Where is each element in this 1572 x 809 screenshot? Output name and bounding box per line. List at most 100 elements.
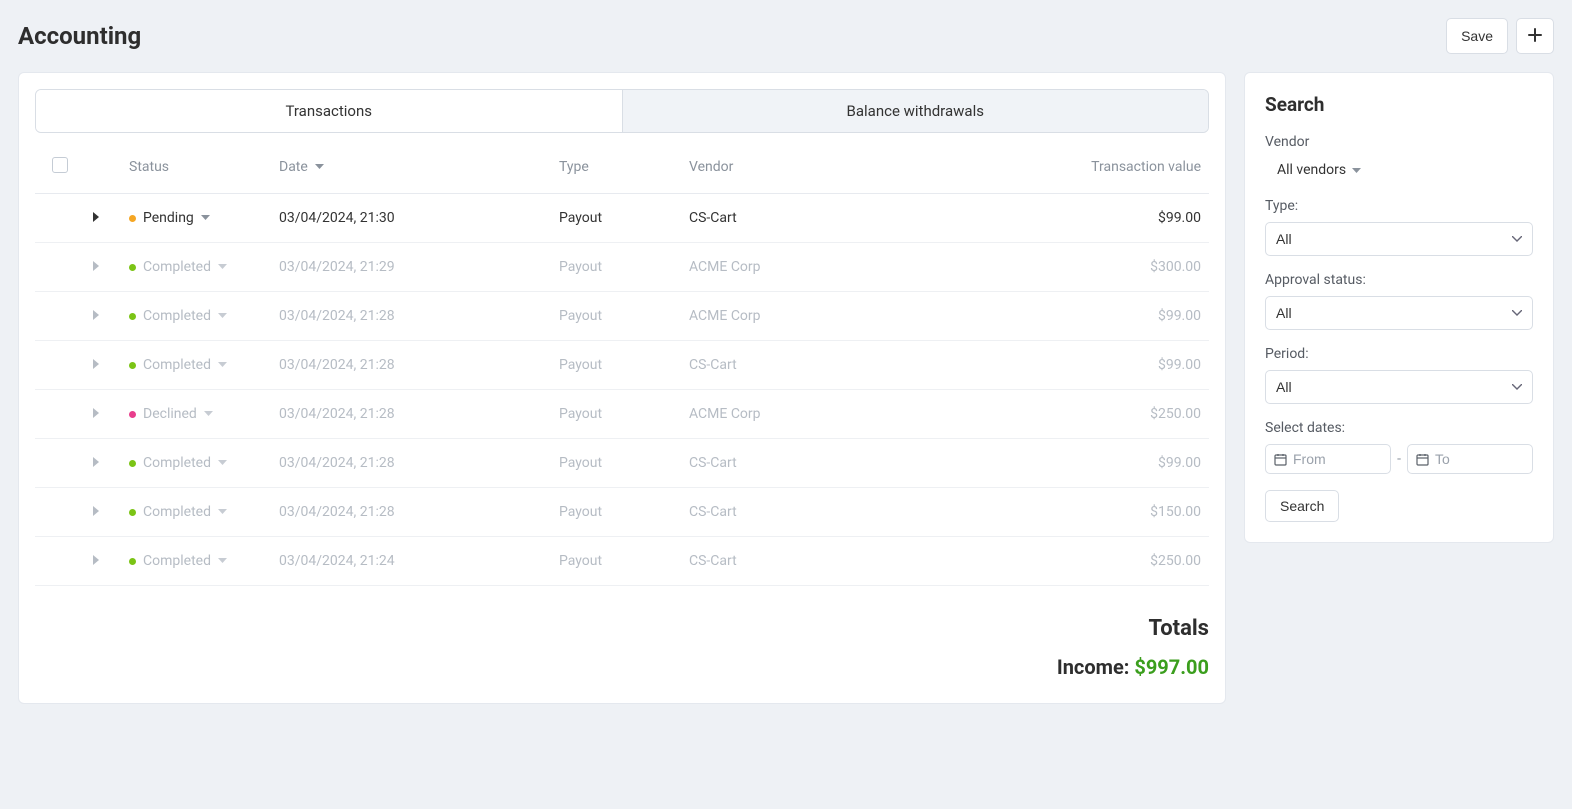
tab-balance-withdrawals[interactable]: Balance withdrawals [623,90,1209,132]
date-range-separator: - [1397,451,1401,467]
transaction-date: 03/04/2024, 21:28 [271,488,551,537]
transaction-date: 03/04/2024, 21:30 [271,194,551,243]
approval-filter-label: Approval status: [1265,272,1533,288]
status-dot-icon [129,558,136,565]
transaction-vendor: ACME Corp [681,292,1029,341]
income-line: Income: $997.00 [35,655,1209,679]
search-button[interactable]: Search [1265,490,1339,522]
transaction-type: Payout [551,243,681,292]
transaction-value: $99.00 [1029,292,1209,341]
status-label: Completed [143,357,211,373]
expand-row-icon[interactable] [93,553,100,569]
totals-heading: Totals [35,616,1209,641]
period-filter-label: Period: [1265,346,1533,362]
column-date[interactable]: Date [271,141,551,194]
approval-filter-select[interactable]: All [1265,296,1533,330]
income-label: Income: [1057,655,1135,679]
vendor-filter-value: All vendors [1277,162,1346,178]
table-row: Completed 03/04/2024, 21:29PayoutACME Cor… [35,243,1209,292]
table-row: Completed03/04/2024, 21:28PayoutCS-Cart$… [35,488,1209,537]
expand-row-icon[interactable] [93,406,100,422]
dates-filter-label: Select dates: [1265,420,1533,436]
transaction-date: 03/04/2024, 21:28 [271,341,551,390]
column-date-label: Date [279,159,308,175]
status-dot-icon [129,313,136,320]
status-label: Completed [143,259,211,275]
column-status[interactable]: Status [121,141,271,194]
column-vendor[interactable]: Vendor [681,141,1029,194]
period-filter-select[interactable]: All [1265,370,1533,404]
table-row: Pending03/04/2024, 21:30PayoutCS-Cart$99… [35,194,1209,243]
expand-row-icon[interactable] [93,504,100,520]
expand-row-icon[interactable] [93,308,100,324]
transaction-date: 03/04/2024, 21:28 [271,439,551,488]
date-to-wrap[interactable] [1407,444,1533,474]
status-dot-icon [129,362,136,369]
search-panel: Search Vendor All vendors Type: All Appr… [1244,72,1554,543]
table-row: Completed03/04/2024, 21:28PayoutACME Cor… [35,292,1209,341]
status-dropdown-icon[interactable] [204,411,213,417]
vendor-filter-label: Vendor [1265,134,1533,150]
transaction-value: $150.00 [1029,488,1209,537]
save-button[interactable]: Save [1446,18,1508,54]
status-dropdown-icon[interactable] [218,313,227,319]
transactions-table: Status Date Type Vendor Transaction valu… [35,141,1209,586]
transaction-vendor: CS-Cart [681,439,1029,488]
transaction-vendor: CS-Cart [681,194,1029,243]
transaction-vendor: CS-Cart [681,341,1029,390]
status-label: Completed [143,553,211,569]
status-dot-icon [129,264,136,271]
search-title: Search [1265,93,1533,116]
transaction-type: Payout [551,194,681,243]
status-dropdown-icon[interactable] [218,509,227,515]
transaction-value: $300.00 [1029,243,1209,292]
column-value[interactable]: Transaction value [1029,141,1209,194]
transaction-type: Payout [551,537,681,586]
status-dropdown-icon[interactable] [218,264,227,270]
expand-row-icon[interactable] [93,259,100,275]
expand-row-icon[interactable] [93,357,100,373]
status-dot-icon [129,460,136,467]
transaction-type: Payout [551,488,681,537]
status-dropdown-icon[interactable] [218,558,227,564]
status-dropdown-icon[interactable] [218,362,227,368]
table-row: Completed03/04/2024, 21:28PayoutCS-Cart$… [35,439,1209,488]
status-label: Completed [143,455,211,471]
transaction-date: 03/04/2024, 21:24 [271,537,551,586]
transaction-date: 03/04/2024, 21:29 [271,243,551,292]
table-row: Completed03/04/2024, 21:28PayoutCS-Cart$… [35,341,1209,390]
type-filter-label: Type: [1265,198,1533,214]
add-button[interactable] [1516,18,1554,54]
plus-icon [1527,27,1543,46]
date-to-input[interactable] [1435,451,1524,467]
transaction-value: $99.00 [1029,194,1209,243]
date-from-input[interactable] [1293,451,1382,467]
transaction-vendor: CS-Cart [681,488,1029,537]
transaction-type: Payout [551,341,681,390]
column-type[interactable]: Type [551,141,681,194]
table-row: Completed03/04/2024, 21:24PayoutCS-Cart$… [35,537,1209,586]
income-value: $997.00 [1134,655,1209,679]
transaction-vendor: ACME Corp [681,390,1029,439]
expand-row-icon[interactable] [93,455,100,471]
transaction-type: Payout [551,292,681,341]
transaction-type: Payout [551,390,681,439]
status-dropdown-icon[interactable] [201,215,210,221]
expand-row-icon[interactable] [93,210,100,226]
calendar-icon [1416,453,1429,466]
status-dot-icon [129,215,136,222]
date-from-wrap[interactable] [1265,444,1391,474]
vendor-filter-select[interactable]: All vendors [1265,158,1361,182]
transaction-vendor: ACME Corp [681,243,1029,292]
main-panel: Transactions Balance withdrawals Status … [18,72,1226,704]
chevron-down-icon [1352,162,1361,178]
tab-transactions[interactable]: Transactions [36,90,623,132]
select-all-checkbox[interactable] [52,157,68,173]
status-dropdown-icon[interactable] [218,460,227,466]
sort-desc-icon [315,164,324,170]
type-filter-select[interactable]: All [1265,222,1533,256]
transaction-date: 03/04/2024, 21:28 [271,292,551,341]
transaction-type: Payout [551,439,681,488]
transaction-vendor: CS-Cart [681,537,1029,586]
calendar-icon [1274,453,1287,466]
